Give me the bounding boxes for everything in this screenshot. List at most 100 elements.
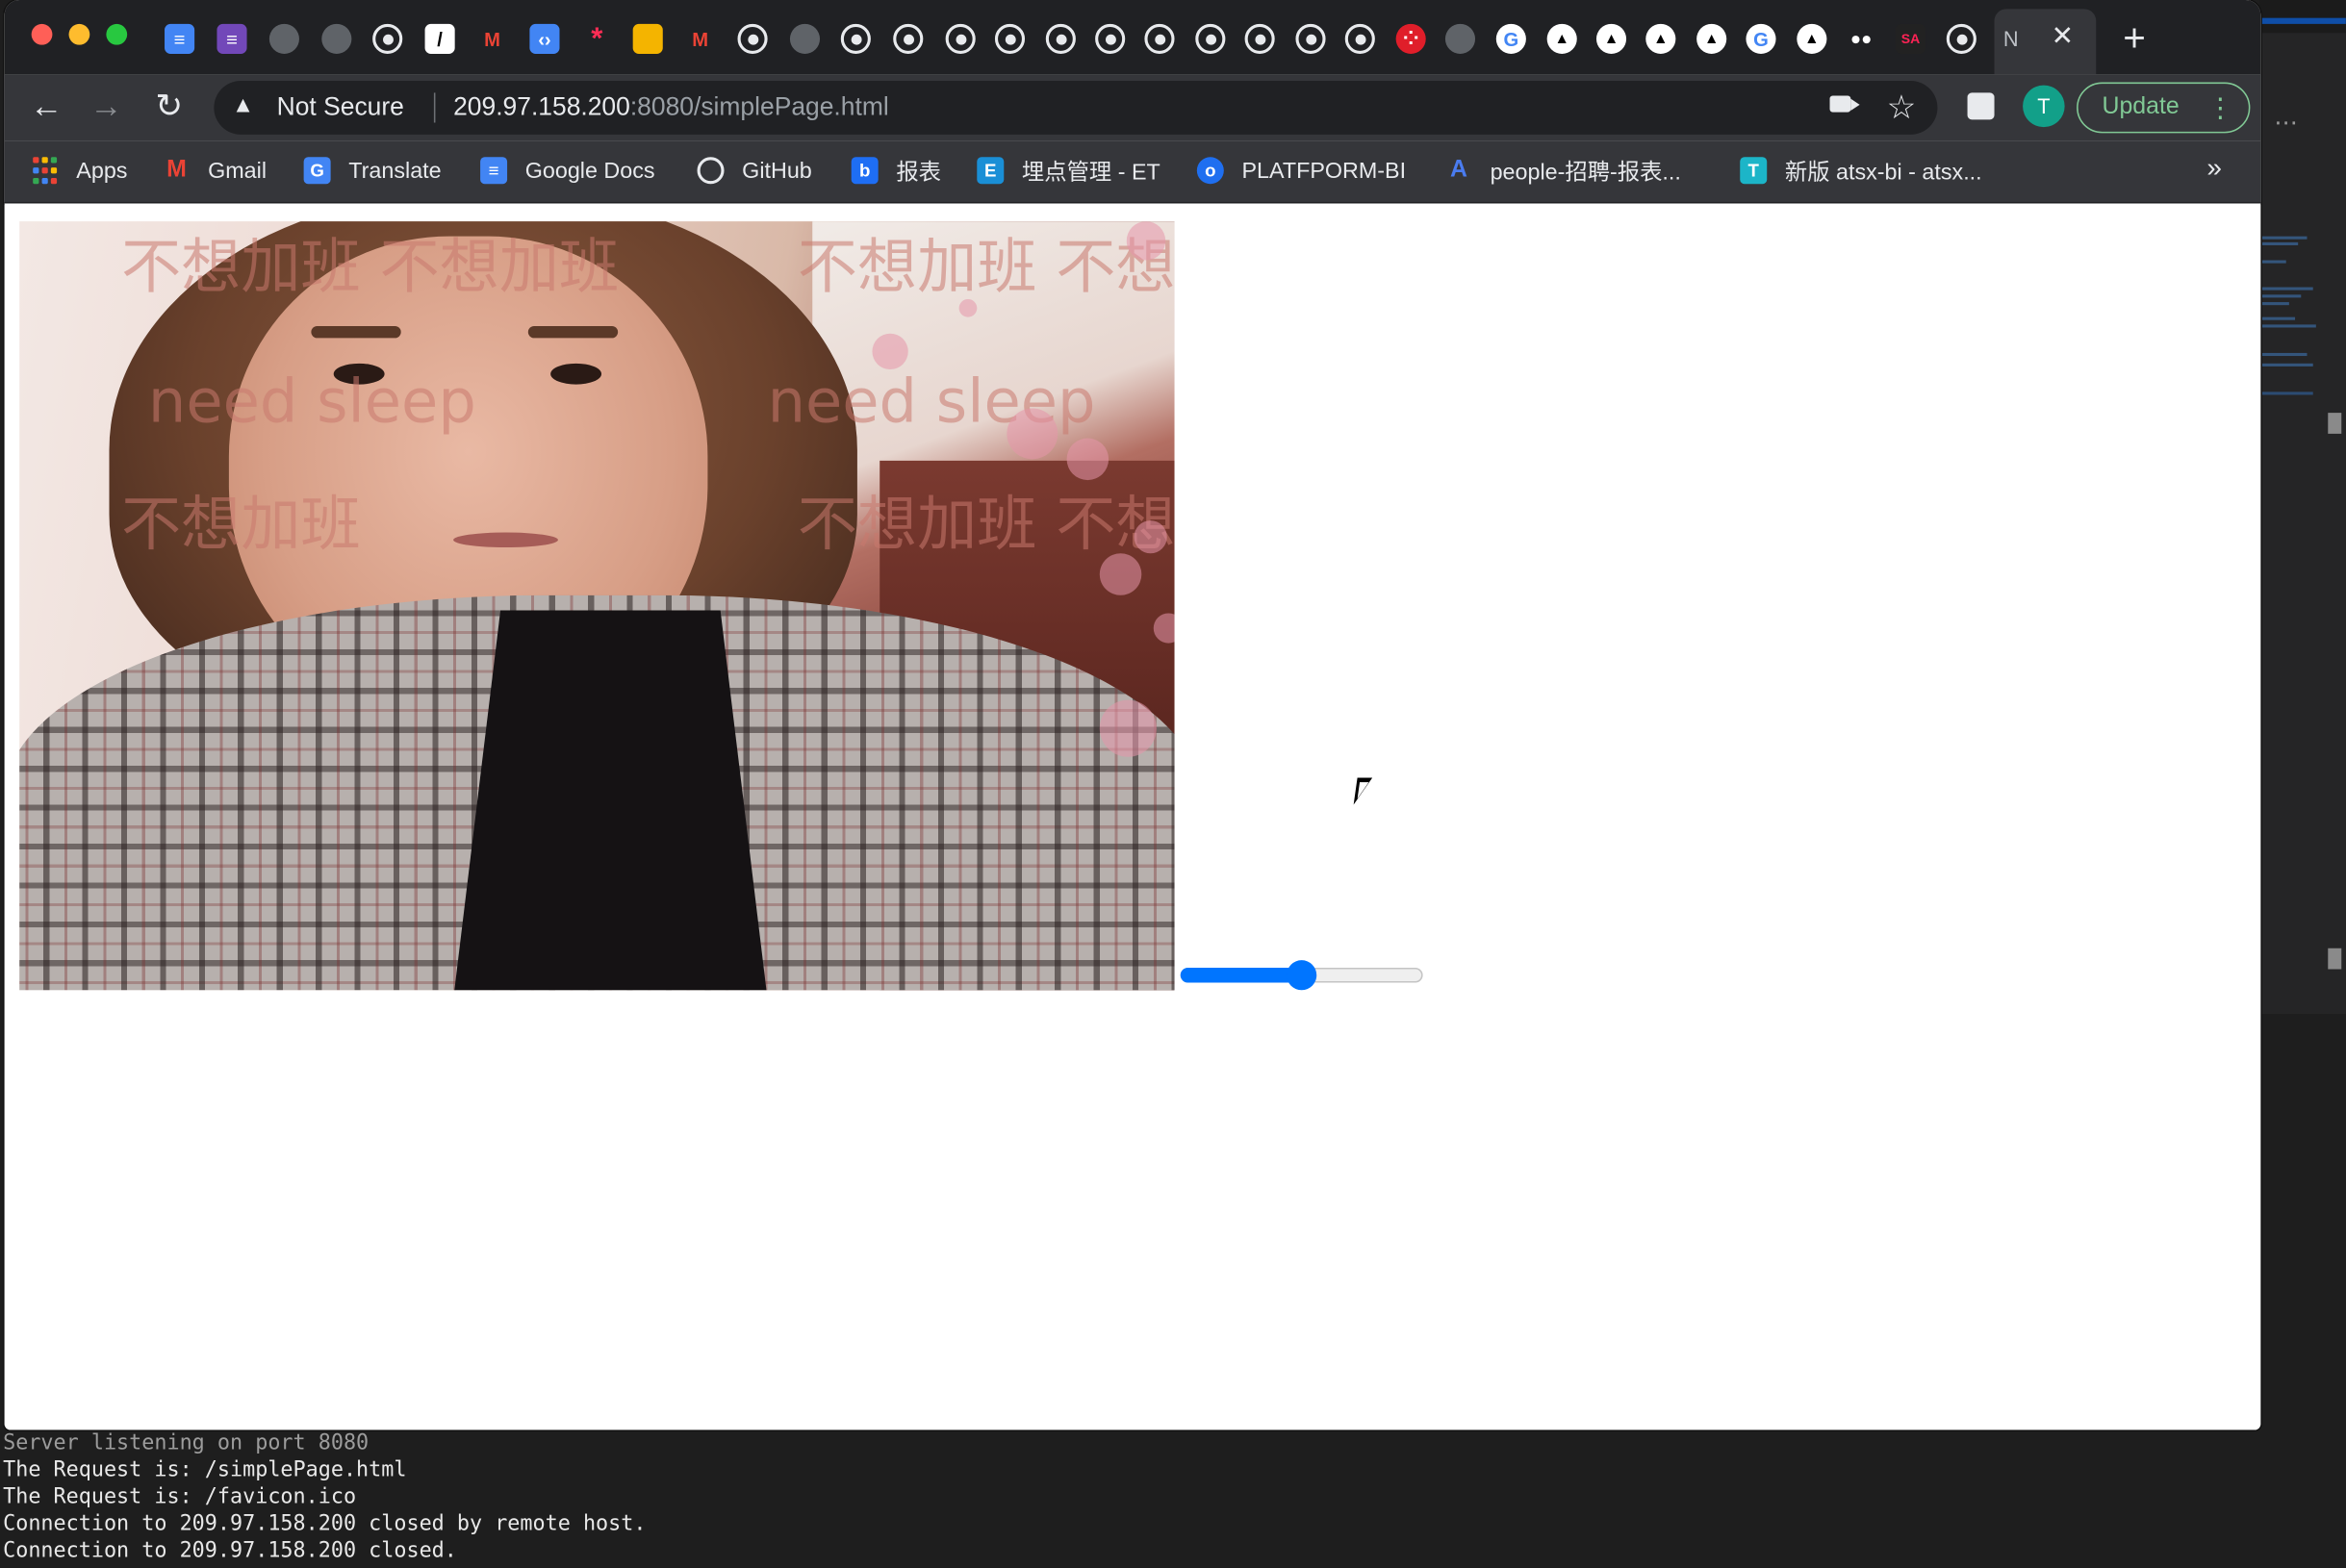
b-icon: b [851,157,879,185]
slash-tab-icon[interactable]: / [424,23,455,54]
terminal-output: Server listening on port 8080 The Request… [0,1429,2020,1568]
cat-tab-icon[interactable]: ▲ [1696,23,1727,54]
github-tab-icon[interactable] [1344,23,1375,54]
video-subject-mouth [453,532,558,548]
sticker-bubble [872,333,908,370]
github-tab-icon[interactable] [1195,23,1226,54]
globe-tab-icon[interactable] [1444,23,1476,54]
docs-tab-icon[interactable]: ≡ [165,23,195,54]
bookmark-google-docs[interactable]: ≡ Google Docs [480,156,655,186]
github-tab-icon[interactable] [994,23,1026,54]
globe-tab-icon[interactable] [789,23,821,54]
forms-tab-icon[interactable]: ≡ [217,23,247,54]
url-path: :8080/simplePage.html [629,92,889,121]
asterisk-tab-icon[interactable]: * [582,22,612,55]
page-viewport: 不想加班 不想加班 不想加班 不想加班 need sleep need slee… [4,205,2261,1430]
bookmark-star-icon[interactable]: ☆ [1887,89,1917,127]
github-tab-icon[interactable] [737,23,768,54]
google-tab-icon[interactable]: G [1746,23,1776,54]
bookmark-atsx-bi[interactable]: T 新版 atsx-bi - atsx... [1740,156,1982,186]
google-tab-icon[interactable]: G [1495,23,1526,54]
url-text[interactable]: 209.97.158.200:8080/simplePage.html [453,92,889,122]
editor-scrollbar[interactable] [2328,948,2342,970]
github-tab-icon[interactable] [1295,23,1326,54]
range-slider[interactable] [1180,960,1426,991]
github-tab-icon[interactable] [1045,23,1076,54]
extensions-icon[interactable] [1967,92,1995,120]
globe-tab-icon[interactable] [268,23,299,54]
slides-tab-icon[interactable] [632,23,663,54]
bookmark-label: Gmail [208,158,268,184]
menu-kebab-icon[interactable]: ⋮ [2206,84,2233,132]
terminal-line: The Request is: /simplePage.html [3,1457,407,1482]
editor-more-icon[interactable]: ⋯ [2274,108,2299,138]
security-label[interactable]: Not Secure [277,92,404,122]
apps-grid-icon [32,157,59,184]
close-tab-icon[interactable]: ✕ [2052,21,2074,53]
terminal-line: Connection to 209.97.158.200 closed by r… [3,1511,647,1536]
github-tab-icon[interactable] [1095,23,1126,54]
url-host: 209.97.158.200 [453,92,630,121]
github-tab-icon[interactable] [945,23,976,54]
sticker-bubble [1134,520,1167,554]
a-icon: A [1449,157,1467,183]
github-tab-icon[interactable] [893,23,924,54]
update-button[interactable]: Update ⋮ [2077,82,2251,134]
profile-avatar[interactable]: T [2023,85,2065,128]
bookmark-report[interactable]: b 报表 [851,156,941,186]
medium-tab-icon[interactable]: ●● [1847,24,1876,54]
editor-scrollbar[interactable] [2328,413,2342,434]
bookmark-apps[interactable]: Apps [32,156,127,186]
watermark-text: need sleep [147,367,476,438]
terminal-line: The Request is: /favicon.ico [3,1484,357,1509]
browser-toolbar: ← → ↻ ▲ Not Secure 209.97.158.200:8080/s… [4,74,2261,141]
terminal-line: Server listening on port 8080 [3,1430,370,1455]
bookmark-platform-bi[interactable]: o PLATFPORM-BI [1196,156,1406,186]
minimize-window-button[interactable] [68,23,90,45]
bookmark-et[interactable]: E 埋点管理 - ET [977,156,1160,186]
new-tab-button[interactable]: + [2123,15,2146,62]
maximize-window-button[interactable] [106,23,128,45]
github-tab-icon[interactable] [1946,23,1976,54]
github-tab-icon[interactable] [372,23,403,54]
bookmark-people[interactable]: A people-招聘-报表... [1445,156,1681,186]
globe-tab-icon[interactable] [321,23,352,54]
gmail-tab-icon[interactable]: M [685,24,715,54]
warning-icon[interactable]: ▲ [232,92,254,117]
bookmark-label: GitHub [742,158,812,184]
github-tab-icon[interactable] [840,23,871,54]
watermark-text: 不想加班 不想加班 [797,233,1175,303]
code-line [2261,294,2302,298]
watermark-text: 不想加班 [120,490,361,560]
sa-tab-icon[interactable]: SA [1895,23,1926,54]
terminal-line: Connection to 209.97.158.200 closed. [3,1538,457,1563]
bookmark-translate[interactable]: G Translate [303,156,442,186]
address-bar[interactable]: ▲ Not Secure 209.97.158.200:8080/simpleP… [214,80,1938,135]
slider-fill [1180,967,1302,983]
gmail-tab-icon[interactable]: M [477,24,507,54]
background-editor: ⋯ [2258,0,2346,1568]
video-subject-eye [550,363,602,385]
tab-strip: ≡ ≡ / M ‹› * M ⁘ G ▲ ▲ ▲ ▲ G ▲ ●● SA N ✕… [4,0,2261,75]
reload-button[interactable]: ↻ [151,87,187,125]
bookmark-label: Translate [348,158,442,184]
browser-window: ≡ ≡ / M ‹› * M ⁘ G ▲ ▲ ▲ ▲ G ▲ ●● SA N ✕… [4,0,2261,1430]
cat-tab-icon[interactable]: ▲ [1595,23,1627,54]
forward-button[interactable]: → [89,87,124,125]
github-tab-icon[interactable] [1144,23,1175,54]
github-tab-icon[interactable] [1244,23,1275,54]
cat-tab-icon[interactable]: ▲ [1797,23,1827,54]
back-button[interactable]: ← [29,87,64,125]
bookmark-gmail[interactable]: M Gmail [163,156,267,186]
dots-tab-icon[interactable]: ⁘ [1395,23,1426,54]
camera-icon[interactable] [1829,95,1860,113]
code-tab-icon[interactable]: ‹› [529,23,560,54]
cat-tab-icon[interactable]: ▲ [1645,23,1676,54]
bookmark-github[interactable]: GitHub [697,156,812,186]
cat-tab-icon[interactable]: ▲ [1546,23,1577,54]
bookmarks-overflow-button[interactable]: » [2206,153,2222,185]
sticker-bubble [1099,699,1157,757]
slider-thumb[interactable] [1287,960,1317,991]
close-window-button[interactable] [31,23,53,45]
code-line [2261,236,2308,240]
